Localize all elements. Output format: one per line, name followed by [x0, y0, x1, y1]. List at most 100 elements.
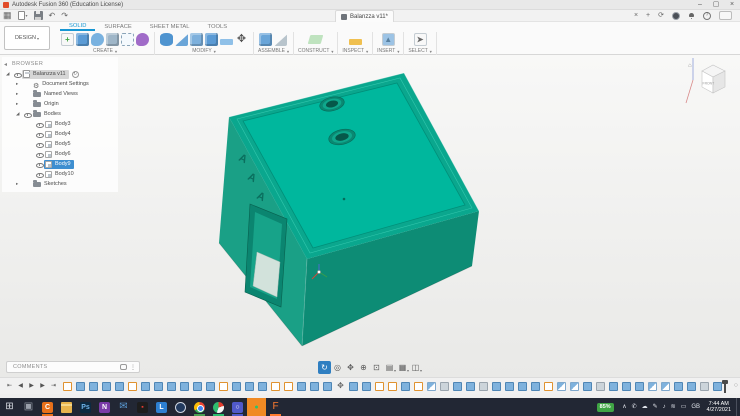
save-button[interactable] [34, 11, 43, 20]
timeline-feature-icon[interactable] [193, 382, 202, 391]
tree-item[interactable]: Body10 [4, 169, 118, 179]
timeline-feature-icon[interactable] [349, 382, 358, 391]
timeline-feature-icon[interactable] [687, 382, 696, 391]
ribbon-group-dropdown[interactable]: MODIFY ▾ [192, 47, 215, 55]
tree-item[interactable]: Body3 [4, 119, 118, 129]
insert-image-icon[interactable]: ▲ [382, 33, 395, 46]
battery-percentage-badge[interactable]: 85% [597, 403, 614, 412]
close-document-icon[interactable]: × [634, 12, 638, 19]
timeline-feature-icon[interactable] [661, 382, 670, 391]
timeline-feature-icon[interactable] [128, 382, 137, 391]
pattern-icon[interactable] [121, 33, 134, 46]
app-chrome[interactable] [190, 398, 209, 416]
revolve-icon[interactable] [106, 33, 119, 46]
timeline-feature-icon[interactable] [375, 382, 384, 391]
network-icon[interactable]: ≋ [671, 404, 676, 410]
app-video[interactable]: ▪ [133, 398, 152, 416]
ribbon-group-dropdown[interactable]: CREATE ▾ [93, 47, 117, 55]
timeline-feature-icon[interactable] [544, 382, 553, 391]
job-status-icon[interactable]: ⟳ [658, 12, 664, 19]
go-to-start-button[interactable]: ⇤ [4, 383, 15, 389]
minimize-button[interactable]: – [692, 0, 708, 9]
timeline-feature-icon[interactable] [479, 382, 488, 391]
battery-icon[interactable]: ▭ [681, 404, 687, 410]
create-sketch-icon[interactable]: + [61, 33, 74, 46]
timeline-feature-icon[interactable] [323, 382, 332, 391]
ribbon-group-dropdown[interactable]: CONSTRUCT ▾ [298, 47, 333, 55]
tree-item[interactable]: Body9 [4, 159, 118, 169]
visibility-eye-icon[interactable] [35, 130, 44, 138]
redo-button[interactable]: ↷ [61, 12, 68, 20]
pen-icon[interactable]: ✎ [653, 404, 658, 410]
measure-icon[interactable] [349, 39, 362, 45]
visibility-eye-icon[interactable] [35, 150, 44, 158]
app-ps[interactable]: Ps [76, 398, 95, 416]
timeline-feature-icon[interactable] [466, 382, 475, 391]
timeline-feature-icon[interactable] [180, 382, 189, 391]
timeline-feature-icon[interactable] [440, 382, 449, 391]
ribbon-group-dropdown[interactable]: ASSEMBLE ▾ [258, 47, 289, 55]
timeline-feature-icon[interactable] [336, 382, 345, 391]
tree-expand-arrow[interactable] [16, 82, 23, 87]
ribbon-tab[interactable]: SOLID [60, 22, 95, 31]
timeline-feature-icon[interactable] [167, 382, 176, 391]
phone-icon[interactable]: ✆ [632, 404, 637, 410]
timeline-feature-icon[interactable] [713, 382, 722, 391]
tree-expand-arrow[interactable] [16, 102, 23, 107]
grid-settings-icon[interactable]: ▦ ▾ [396, 361, 409, 374]
timeline-feature-icon[interactable] [219, 382, 228, 391]
timeline-feature-icon[interactable] [141, 382, 150, 391]
timeline-feature-icon[interactable] [700, 382, 709, 391]
timeline-feature-icon[interactable] [284, 382, 293, 391]
browser-root-item[interactable]: Balanzza v11 ↻ [4, 69, 118, 79]
model-slot[interactable] [245, 204, 287, 307]
look-at-icon[interactable]: ◎ ▾ [331, 361, 344, 374]
timeline-feature-icon[interactable] [492, 382, 501, 391]
timeline-feature-icon[interactable] [505, 382, 514, 391]
timeline-feature-icon[interactable] [453, 382, 462, 391]
new-component-icon[interactable] [259, 33, 272, 46]
help-button[interactable]: ? [703, 12, 711, 20]
app-n[interactable]: N [95, 398, 114, 416]
tree-item[interactable]: Origin [4, 99, 118, 109]
timeline-end-marker[interactable]: ○ [734, 382, 738, 389]
timeline-feature-icon[interactable] [245, 382, 254, 391]
viewport[interactable]: A A A [0, 55, 740, 377]
timeline-feature-icon[interactable] [596, 382, 605, 391]
timeline-feature-icon[interactable] [362, 382, 371, 391]
timeline-feature-icon[interactable] [609, 382, 618, 391]
taskbar-clock[interactable]: 7:44 AM 4/27/2021 [707, 401, 731, 414]
document-tab[interactable]: Balanzza v11* [335, 10, 394, 22]
task-view-button[interactable]: ▣ [19, 398, 38, 416]
go-to-end-button[interactable]: ⇥ [48, 383, 59, 389]
visibility-eye-icon[interactable] [35, 140, 44, 148]
play-button[interactable]: ▶ [26, 383, 37, 389]
timeline-feature-icon[interactable] [622, 382, 631, 391]
move-copy-icon[interactable]: ✥ [235, 33, 248, 46]
user-avatar[interactable] [672, 12, 680, 20]
comments-more-icon[interactable]: ⋮ [130, 364, 136, 371]
ribbon-group-dropdown[interactable]: INSERT ▾ [377, 47, 399, 55]
visibility-eye-icon[interactable] [23, 110, 32, 118]
language-indicator[interactable]: GB [691, 404, 700, 410]
form-icon[interactable] [91, 33, 104, 46]
show-desktop-button[interactable] [736, 398, 740, 416]
view-cube[interactable]: ⌂ FRONT [686, 58, 725, 103]
fillet-icon[interactable] [175, 33, 188, 46]
zoom-icon[interactable]: ⊕ ▾ [357, 361, 370, 374]
tree-item[interactable]: Sketches [4, 179, 118, 189]
app-green-dot[interactable]: ● [247, 398, 266, 416]
timeline-feature-icon[interactable] [648, 382, 657, 391]
timeline-feature-icon[interactable] [232, 382, 241, 391]
app-teams[interactable]: ○ [228, 398, 247, 416]
press-pull-icon[interactable] [160, 33, 173, 46]
step-forward-button[interactable]: ▶ [37, 383, 48, 389]
tree-item[interactable]: Named Views [4, 89, 118, 99]
tree-item[interactable]: Document Settings [4, 79, 118, 89]
comments-bar[interactable]: COMMENTS ⋮ [6, 361, 140, 373]
joint-icon[interactable] [274, 33, 287, 46]
workspace-selector[interactable]: DESIGN ▾ [4, 26, 50, 50]
tree-item[interactable]: Body4 [4, 129, 118, 139]
viewcube-home-icon[interactable]: ⌂ [688, 63, 692, 69]
visibility-eye-icon[interactable] [35, 160, 44, 168]
